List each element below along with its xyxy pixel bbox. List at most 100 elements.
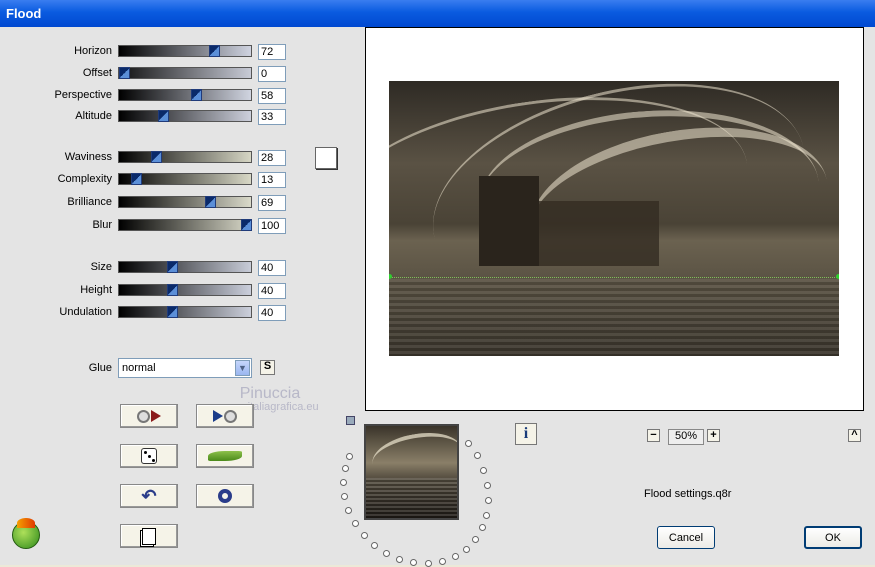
horizon-slider[interactable] <box>118 45 252 57</box>
navigator-dot <box>472 536 479 543</box>
color-swatch[interactable] <box>315 147 337 169</box>
blur-slider[interactable] <box>118 219 252 231</box>
slider-row-height: Height 40 <box>0 283 290 299</box>
navigator-handle[interactable] <box>346 416 355 425</box>
undulation-value-field[interactable]: 40 <box>258 305 286 321</box>
randomize-back-button[interactable] <box>120 404 178 428</box>
offset-value-field[interactable]: 0 <box>258 66 286 82</box>
settings-file-label: Flood settings.q8r <box>644 488 732 500</box>
ok-button[interactable]: OK <box>804 526 862 549</box>
slider-label: Brilliance <box>67 196 112 208</box>
navigator-dot <box>396 556 403 563</box>
navigator-dot <box>341 493 348 500</box>
slider-row-offset: Offset 0 <box>0 66 290 82</box>
info-button[interactable]: i <box>515 423 537 445</box>
offset-slider[interactable] <box>118 67 252 79</box>
slider-thumb[interactable] <box>119 67 130 79</box>
dice-button[interactable] <box>120 444 178 468</box>
navigator-dot <box>340 479 347 486</box>
navigator-dot <box>439 558 446 565</box>
randomize-forward-button[interactable] <box>196 404 254 428</box>
slider-label: Horizon <box>74 45 112 57</box>
wave-button[interactable] <box>196 444 254 468</box>
slider-thumb[interactable] <box>209 45 221 57</box>
slider-thumb[interactable] <box>166 284 178 296</box>
navigator-dot <box>425 560 432 567</box>
navigator-dot <box>346 453 353 460</box>
navigator-dot <box>383 550 390 557</box>
zoom-in-button[interactable]: + <box>707 429 720 442</box>
collapse-button[interactable]: ^ <box>848 429 861 442</box>
glue-select[interactable]: normal ▼ <box>118 358 252 378</box>
slider-label: Blur <box>92 219 112 231</box>
slider-label: Undulation <box>59 306 112 318</box>
slider-thumb[interactable] <box>131 173 143 185</box>
navigator-dot <box>480 467 487 474</box>
navigator-dot <box>452 553 459 560</box>
cancel-button[interactable]: Cancel <box>657 526 715 549</box>
dialog-client: Horizon 72 Offset 0 Perspective 58 Altitude 33 W… <box>0 27 875 567</box>
perspective-slider[interactable] <box>118 89 252 101</box>
preview-image <box>389 81 839 356</box>
ring-icon <box>218 489 232 503</box>
size-value-field[interactable]: 40 <box>258 260 286 276</box>
navigator-dot <box>474 452 481 459</box>
brilliance-value-field[interactable]: 69 <box>258 195 286 211</box>
slider-thumb[interactable] <box>166 306 178 318</box>
play-disc-icon <box>213 409 237 423</box>
slider-label: Waviness <box>64 151 112 163</box>
navigator-dot <box>361 532 368 539</box>
undo-icon: ↶ <box>141 485 157 506</box>
slider-row-blur: Blur 100 <box>0 218 290 234</box>
horizon-value-field[interactable]: 72 <box>258 44 286 60</box>
brilliance-slider[interactable] <box>118 196 252 208</box>
preview-panel[interactable] <box>365 27 864 411</box>
info-icon: i <box>523 425 529 442</box>
chevron-down-icon[interactable]: ▼ <box>235 360 250 376</box>
navigator-dot <box>345 507 352 514</box>
waviness-slider[interactable] <box>118 151 252 163</box>
complexity-slider[interactable] <box>118 173 252 185</box>
title-bar[interactable]: Flood <box>0 0 875 27</box>
reset-button[interactable] <box>196 484 254 508</box>
dice-icon <box>141 448 157 464</box>
slider-thumb[interactable] <box>190 89 202 101</box>
perspective-value-field[interactable]: 58 <box>258 88 286 104</box>
navigator-dot <box>371 542 378 549</box>
altitude-slider[interactable] <box>118 110 252 122</box>
navigator-thumbnail[interactable] <box>364 424 459 520</box>
disc-play-back-icon <box>137 409 161 423</box>
slider-row-complexity: Complexity 13 <box>0 172 290 188</box>
copy-button[interactable] <box>120 524 178 548</box>
altitude-value-field[interactable]: 33 <box>258 109 286 125</box>
slider-thumb[interactable] <box>166 261 178 273</box>
slider-row-altitude: Altitude 33 <box>0 109 290 125</box>
zoom-out-button[interactable]: − <box>647 429 660 442</box>
slider-row-horizon: Horizon 72 <box>0 44 290 60</box>
height-value-field[interactable]: 40 <box>258 283 286 299</box>
complexity-value-field[interactable]: 13 <box>258 172 286 188</box>
navigator-dot <box>479 524 486 531</box>
slider-thumb[interactable] <box>157 110 169 122</box>
slider-thumb[interactable] <box>241 219 252 231</box>
slider-label: Altitude <box>75 110 112 122</box>
undulation-slider[interactable] <box>118 306 252 318</box>
s-button[interactable]: S <box>260 360 275 375</box>
undo-button[interactable]: ↶ <box>120 484 178 508</box>
slider-row-undulation: Undulation 40 <box>0 305 290 321</box>
navigator-dot <box>342 465 349 472</box>
waviness-value-field[interactable]: 28 <box>258 150 286 166</box>
slider-row-waviness: Waviness 28 <box>0 150 290 166</box>
slider-label: Offset <box>82 67 112 79</box>
blur-value-field[interactable]: 100 <box>258 218 286 234</box>
glue-select-value: normal <box>122 362 156 374</box>
page-copy-icon <box>142 527 156 545</box>
navigator-dot <box>485 497 492 504</box>
height-slider[interactable] <box>118 284 252 296</box>
navigator-dot <box>352 520 359 527</box>
slider-thumb[interactable] <box>150 151 162 163</box>
size-slider[interactable] <box>118 261 252 273</box>
glue-label: Glue <box>88 362 112 374</box>
navigator-dot <box>465 440 472 447</box>
slider-thumb[interactable] <box>205 196 217 208</box>
